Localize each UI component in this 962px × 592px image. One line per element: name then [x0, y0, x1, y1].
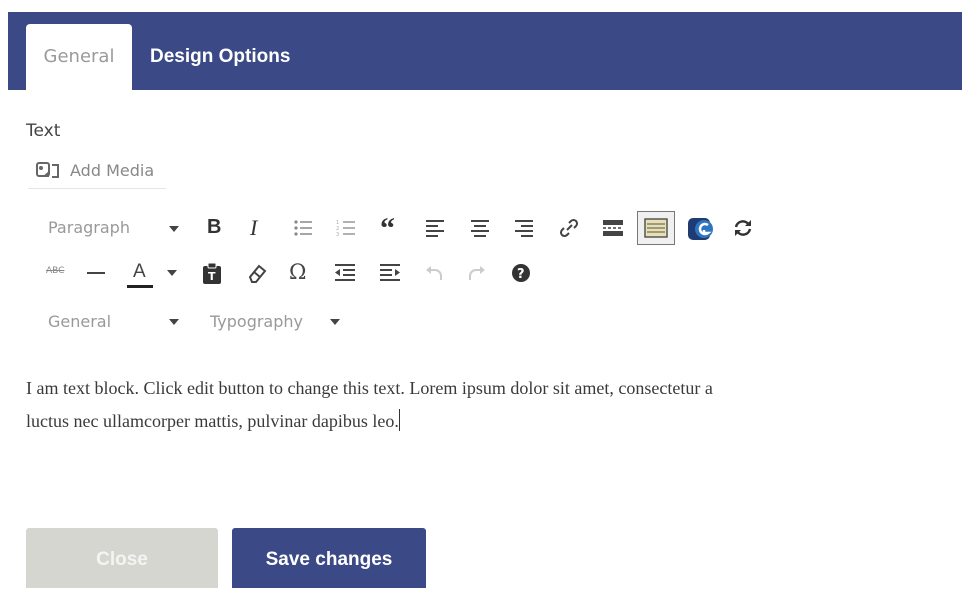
outdent-icon[interactable] [334, 263, 356, 283]
help-icon[interactable]: ? [511, 263, 531, 283]
svg-text:T: T [208, 270, 216, 283]
chevron-down-icon[interactable] [169, 226, 179, 232]
add-media-button[interactable]: Add Media [28, 154, 166, 189]
undo-icon[interactable] [424, 263, 444, 283]
refresh-icon[interactable] [732, 218, 754, 238]
blockquote-icon[interactable]: “ [380, 212, 395, 246]
horizontal-line-icon[interactable] [86, 263, 106, 283]
read-more-icon[interactable] [602, 219, 624, 237]
typography-select[interactable]: Typography [210, 312, 303, 331]
svg-text:?: ? [517, 267, 525, 282]
strikethrough-icon[interactable]: ABC [46, 266, 64, 276]
close-button[interactable]: Close [26, 528, 218, 588]
editor-content[interactable]: I am text block. Click edit button to ch… [26, 372, 962, 452]
special-character-icon[interactable]: Ω [289, 260, 306, 284]
redo-icon[interactable] [467, 263, 487, 283]
toolbar-toggle-icon[interactable] [637, 211, 675, 245]
text-cursor [398, 409, 400, 431]
content-line: luctus nec ullamcorper mattis, pulvinar … [26, 411, 399, 431]
svg-text:3: 3 [336, 232, 339, 237]
save-changes-button[interactable]: Save changes [232, 528, 426, 588]
add-media-icon [36, 162, 59, 178]
paste-text-icon[interactable]: T [202, 263, 222, 285]
italic-icon[interactable]: I [250, 215, 257, 241]
text-color-swatch [127, 285, 153, 288]
general-select[interactable]: General [48, 312, 111, 331]
content-line: I am text block. Click edit button to ch… [26, 378, 713, 398]
align-left-icon[interactable] [425, 219, 445, 237]
field-label: Text [26, 121, 61, 141]
bold-icon[interactable]: B [207, 216, 221, 239]
numbered-list-icon[interactable]: 123 [336, 219, 356, 237]
chevron-down-icon[interactable] [169, 319, 179, 325]
text-color-icon[interactable]: A [133, 261, 146, 283]
chevron-down-icon[interactable] [167, 270, 177, 276]
add-media-label: Add Media [70, 161, 155, 180]
paragraph-format-select[interactable]: Paragraph [48, 218, 130, 237]
tab-design-options[interactable]: Design Options [150, 24, 290, 90]
tab-general[interactable]: General [26, 24, 132, 90]
link-icon[interactable] [558, 217, 580, 239]
indent-icon[interactable] [379, 263, 401, 283]
bullet-list-icon[interactable] [293, 219, 313, 237]
align-center-icon[interactable] [470, 219, 490, 237]
clear-formatting-icon[interactable] [246, 262, 268, 284]
align-right-icon[interactable] [514, 219, 534, 237]
chevron-down-icon[interactable] [330, 319, 340, 325]
grammarly-icon[interactable] [686, 216, 716, 242]
modal-header: General Design Options [8, 12, 962, 90]
